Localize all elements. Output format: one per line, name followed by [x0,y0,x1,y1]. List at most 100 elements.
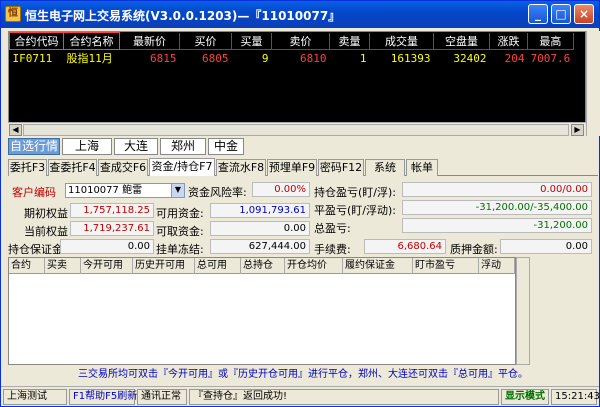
cell-high: 7007.6 [530,51,571,65]
holdings-side-area [530,257,598,365]
margin-label: 持仓保证金 [8,243,63,256]
col-high[interactable]: 最高 [527,32,574,50]
app-icon: 恒 [5,6,21,22]
quote-vscrollbar[interactable] [586,31,600,136]
col-change[interactable]: 涨跌 [489,32,528,50]
tab-zhengzhou[interactable]: 郑州 [160,138,206,155]
hold-pl-label: 持仓盈亏(盯/浮): [314,186,396,199]
withdraw-value: 0.00 [210,221,310,236]
tab-order[interactable]: 委托F3 [8,159,47,176]
init-equity-label: 期初权益 [24,207,68,220]
close-button[interactable]: × [574,4,594,24]
col-bid-vol[interactable]: 买量 [231,32,272,50]
col-contract-name[interactable]: 合约名称 [63,32,120,50]
tab-shanghai[interactable]: 上海 [62,138,112,155]
col-ask-price[interactable]: 卖价 [271,32,330,50]
risk-value: 0.00% [252,182,310,197]
tab-password[interactable]: 密码F12 [318,159,364,176]
scroll-thumb[interactable] [23,124,569,136]
fund-panel: 客户编码 11010077 鲍雷 ▼ 资金风险率: 0.00% 持仓盈亏(盯/浮… [8,176,598,256]
quote-table[interactable]: 合约代码 合约名称 最新价 买价 买量 卖价 卖量 成交量 空盘量 涨跌 最高 … [8,31,586,136]
account-select[interactable]: 11010077 鲍雷 ▼ [65,183,185,198]
cell-code: IF0711 [12,51,53,65]
cell-ask: 6810 [300,51,327,65]
pledge-label: 质押金额: [450,243,498,256]
status-mode[interactable]: 显示模式 [501,389,549,405]
cur-equity-value: 1,719,237.61 [70,221,154,236]
hcol-contract[interactable]: 合约 [9,258,45,274]
status-message: 『查持仓』返回成功! [189,389,499,405]
chevron-down-icon[interactable]: ▼ [171,184,184,197]
available-value: 1,091,793.61 [210,203,310,218]
status-comm: 通讯正常 [137,389,187,405]
col-ask-vol[interactable]: 卖量 [329,32,370,50]
risk-label: 资金风险率: [188,186,247,199]
tab-query-order[interactable]: 查委托F4 [48,159,97,176]
cell-change: 204 [504,51,525,65]
tab-flow[interactable]: 查流水F8 [216,159,266,176]
hold-pl-value: 0.00/0.00 [402,182,592,197]
fee-label: 手续费: [314,243,351,256]
cell-bid: 6805 [202,51,229,65]
hcol-mtm-pl[interactable]: 盯市盈亏 [413,258,479,274]
hcol-today-avail[interactable]: 今开可用 [81,258,133,274]
col-bid-price[interactable]: 买价 [179,32,232,50]
margin-value: 0.00 [60,239,154,254]
exchange-tabs: 自选行情 上海 大连 郑州 中金 [8,138,598,156]
hcol-margin[interactable]: 履约保证金 [343,258,413,274]
total-pl-value: -31,200.00 [402,218,592,233]
holdings-header: 合约 买卖 今开可用 历史开可用 总可用 总持仓 开仓均价 履约保证金 盯市盈亏… [9,258,515,274]
withdraw-label: 可取资金: [156,225,204,238]
tab-dalian[interactable]: 大连 [114,138,158,155]
quote-header: 合约代码 合约名称 最新价 买价 买量 卖价 卖量 成交量 空盘量 涨跌 最高 [9,32,574,50]
cell-oi: 32402 [453,51,487,65]
account-value: 11010077 鲍雷 [68,185,143,196]
holdings-table[interactable]: 合约 买卖 今开可用 历史开可用 总可用 总持仓 开仓均价 履约保证金 盯市盈亏… [8,257,516,365]
title-bar[interactable]: 恒 恒生电子网上交易系统(V3.0.0.1203)—『11010077』 _ □… [1,1,599,28]
hcol-total-avail[interactable]: 总可用 [195,258,241,274]
hcol-avg-price[interactable]: 开仓均价 [285,258,343,274]
hcol-hist-avail[interactable]: 历史开可用 [133,258,195,274]
tab-preorder[interactable]: 预埋单F9 [267,159,317,176]
col-open-interest[interactable]: 空盘量 [433,32,490,50]
cur-equity-label: 当前权益 [24,225,68,238]
status-time: 15:21:43 [551,389,600,405]
col-volume[interactable]: 成交量 [369,32,434,50]
tab-cffex[interactable]: 中金 [208,138,244,155]
scroll-right-icon[interactable]: ▶ [571,124,584,136]
close-pl-label: 平盈亏(盯/浮动): [314,204,396,217]
hcol-side[interactable]: 买卖 [45,258,81,274]
available-label: 可用资金: [156,207,204,220]
tab-fund-position[interactable]: 资金/持仓F7 [149,158,215,176]
pledge-value: 0.00 [500,239,592,254]
quote-hscrollbar[interactable]: ◀ ▶ [8,122,586,136]
close-pl-value: -31,200.00/-35,400.00 [402,200,592,215]
fee-value: 6,680.64 [364,239,446,254]
hcol-total-hold[interactable]: 总持仓 [241,258,285,274]
total-pl-label: 总盈亏: [314,222,351,235]
cell-name: 股指11月 [66,52,113,65]
cell-ask-vol: 1 [359,51,367,65]
function-tabs: 委托F3 查委托F4 查成交F6 资金/持仓F7 查流水F8 预埋单F9 密码F… [8,158,598,176]
tab-query-trade[interactable]: 查成交F6 [98,159,148,176]
status-site: 上海测试 [3,389,67,405]
notice-text: 三交易所均可双击『今开可用』或『历史开仓可用』进行平仓，郑州、大连还可双击『总可… [78,369,528,380]
frozen-label: 挂单冻结: [156,243,204,256]
col-contract-code[interactable]: 合约代码 [9,32,64,50]
init-equity-value: 1,757,118.25 [70,203,154,218]
hcol-float[interactable]: 浮动 [479,258,515,274]
quote-row[interactable]: IF0711 股指11月 6815 6805 9 6810 1 161393 3… [10,50,574,67]
cell-volume: 161393 [390,51,431,65]
window-title: 恒生电子网上交易系统(V3.0.0.1203)—『11010077』 [25,9,341,23]
holdings-scrollbar[interactable] [516,257,530,365]
tab-statement[interactable]: 帐单 [406,159,438,176]
maximize-button[interactable]: □ [551,4,571,24]
scroll-left-icon[interactable]: ◀ [9,124,22,136]
cell-last: 6815 [150,51,177,65]
status-help[interactable]: F1帮助F5刷新 [69,389,137,405]
tab-system[interactable]: 系统 [365,159,405,176]
col-last-price[interactable]: 最新价 [119,32,180,50]
minimize-button[interactable]: _ [528,4,548,24]
status-bar: 上海测试 F1帮助F5刷新 通讯正常 『查持仓』返回成功! 显示模式 15:21… [1,386,600,406]
tab-watchlist[interactable]: 自选行情 [8,138,60,155]
